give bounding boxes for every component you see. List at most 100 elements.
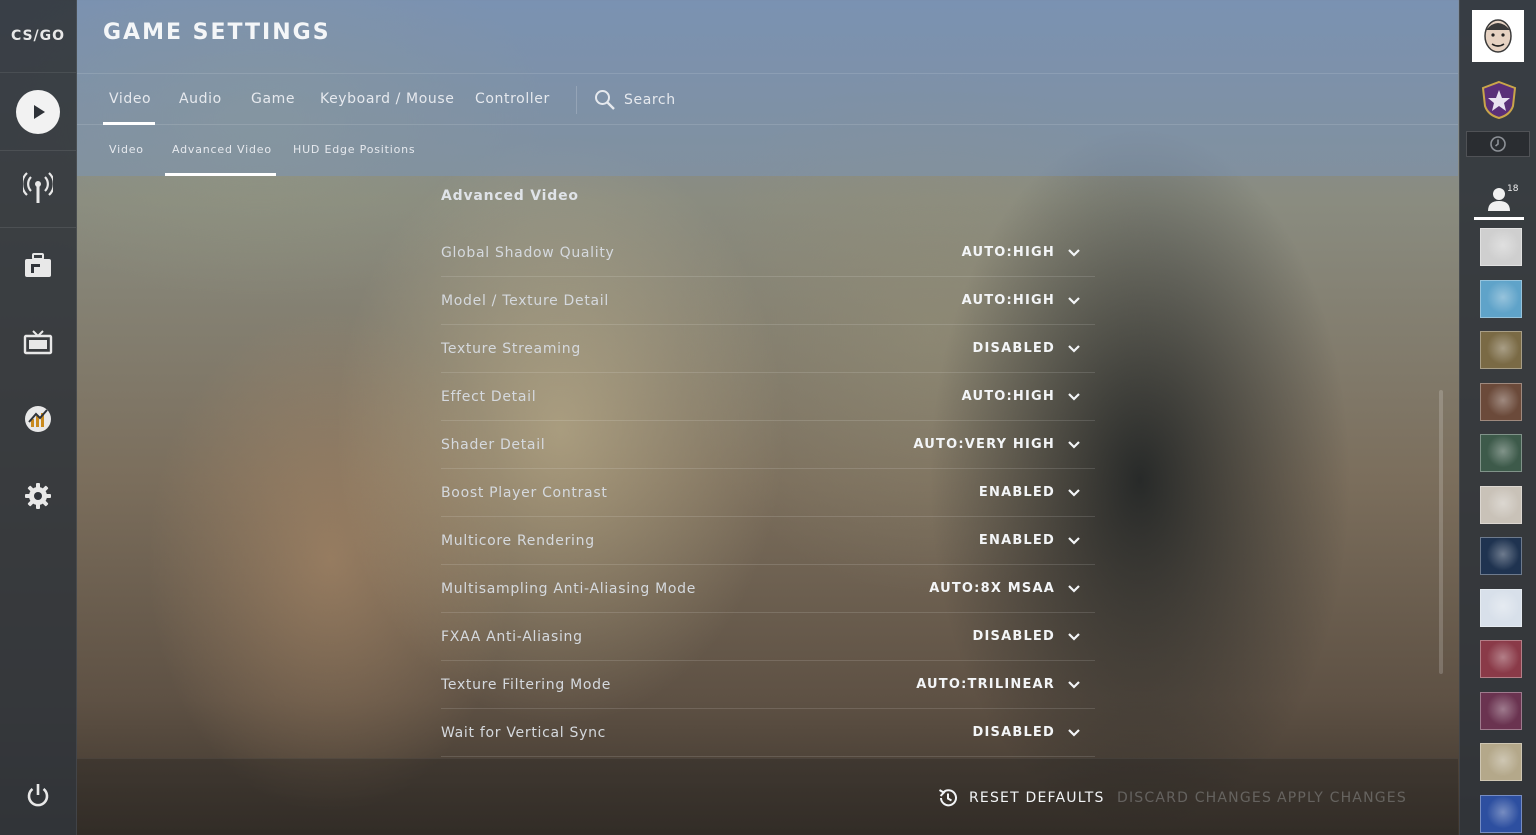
setting-label: FXAA Anti-Aliasing — [441, 628, 583, 645]
clock-icon — [1490, 136, 1506, 152]
tab-keyboard-mouse[interactable]: Keyboard / Mouse — [320, 74, 454, 125]
chevron-down-icon — [1068, 392, 1080, 401]
friend-avatar[interactable] — [1480, 743, 1522, 781]
apply-changes-button[interactable]: APPLY CHANGES — [1277, 759, 1407, 835]
setting-value: AUTO:TRILINEAR — [916, 677, 1055, 692]
reset-defaults-label: RESET DEFAULTS — [969, 789, 1105, 806]
chevron-down-icon — [1068, 536, 1080, 545]
setting-dropdown[interactable]: ENABLED — [979, 485, 1095, 500]
setting-label: Effect Detail — [441, 388, 537, 405]
chevron-down-icon — [1068, 728, 1080, 737]
user-face-icon — [1484, 19, 1512, 53]
setting-dropdown[interactable]: AUTO:HIGH — [962, 293, 1095, 308]
settings-scrollbar[interactable] — [1439, 390, 1443, 674]
setting-row[interactable]: Effect Detail AUTO:HIGH — [441, 373, 1095, 421]
main-tabs: Video Audio Game Keyboard / Mouse Contro… — [77, 73, 1458, 125]
search-label: Search — [624, 91, 676, 108]
stats-icon — [25, 406, 51, 432]
section-title: Advanced Video — [441, 188, 579, 204]
setting-dropdown[interactable]: AUTO:HIGH — [962, 245, 1095, 260]
discard-changes-button[interactable]: DISCARD CHANGES — [1117, 759, 1272, 835]
tab-controller[interactable]: Controller — [475, 74, 550, 125]
friend-avatar[interactable] — [1480, 588, 1522, 627]
setting-row[interactable]: Wait for Vertical Sync DISABLED — [441, 709, 1095, 757]
friend-avatar[interactable] — [1480, 794, 1522, 833]
setting-row[interactable]: Boost Player Contrast ENABLED — [441, 469, 1095, 517]
setting-row[interactable]: Model / Texture Detail AUTO:HIGH — [441, 277, 1095, 325]
setting-value: AUTO:VERY HIGH — [913, 437, 1055, 452]
broadcast-icon — [23, 172, 53, 203]
subtab-advanced-video[interactable]: Advanced Video — [165, 125, 276, 176]
setting-label: Texture Filtering Mode — [441, 676, 612, 693]
power-button[interactable] — [0, 758, 76, 834]
friend-avatar[interactable] — [1480, 537, 1522, 575]
stats-button[interactable] — [0, 381, 76, 457]
search-button[interactable]: Search — [594, 74, 676, 125]
chevron-down-icon — [1068, 248, 1080, 257]
apply-changes-label: APPLY CHANGES — [1277, 789, 1407, 806]
setting-label: Model / Texture Detail — [441, 292, 609, 309]
settings-header: GAME SETTINGS Video Audio Game Keyboard … — [77, 0, 1458, 176]
setting-row[interactable]: FXAA Anti-Aliasing DISABLED — [441, 613, 1095, 661]
setting-value: DISABLED — [972, 341, 1055, 356]
subtab-hud-edge-positions[interactable]: HUD Edge Positions — [293, 125, 415, 176]
setting-value: DISABLED — [972, 725, 1055, 740]
friends-list-tab[interactable]: 18 — [1472, 178, 1526, 220]
setting-value: ENABLED — [978, 533, 1055, 548]
broadcast-button[interactable] — [0, 150, 76, 226]
setting-dropdown[interactable]: AUTO:VERY HIGH — [913, 437, 1095, 452]
friend-avatar[interactable] — [1480, 279, 1522, 318]
setting-value: AUTO:8X MSAA — [929, 581, 1055, 596]
play-button[interactable] — [0, 74, 76, 150]
setting-label: Boost Player Contrast — [441, 484, 608, 501]
setting-dropdown[interactable]: AUTO:8X MSAA — [929, 581, 1095, 596]
setting-dropdown[interactable]: AUTO:HIGH — [962, 389, 1095, 404]
friend-avatar[interactable] — [1480, 331, 1522, 369]
setting-row[interactable]: Texture Filtering Mode AUTO:TRILINEAR — [441, 661, 1095, 709]
subtab-video[interactable]: Video — [109, 125, 144, 176]
setting-row[interactable]: Multisampling Anti-Aliasing Mode AUTO:8X… — [441, 565, 1095, 613]
watch-tv-icon — [23, 330, 53, 355]
friend-avatar[interactable] — [1480, 640, 1522, 678]
setting-value: AUTO:HIGH — [961, 245, 1055, 260]
tab-video[interactable]: Video — [102, 74, 156, 125]
friends-rail: 18 — [1459, 0, 1536, 835]
discard-changes-label: DISCARD CHANGES — [1117, 789, 1273, 806]
setting-label: Global Shadow Quality — [441, 244, 615, 261]
friend-avatar[interactable] — [1480, 691, 1522, 730]
setting-label: Wait for Vertical Sync — [441, 724, 607, 741]
setting-row[interactable]: Global Shadow Quality AUTO:HIGH — [441, 229, 1095, 277]
play-icon — [16, 90, 60, 134]
power-icon — [27, 784, 49, 807]
page-title: GAME SETTINGS — [103, 20, 331, 45]
setting-row[interactable]: Multicore Rendering ENABLED — [441, 517, 1095, 565]
friend-avatar[interactable] — [1480, 382, 1522, 421]
tabs-divider — [576, 86, 577, 114]
setting-row[interactable]: Texture Streaming DISABLED — [441, 325, 1095, 373]
profile-avatar[interactable] — [1472, 10, 1524, 62]
watch-button[interactable] — [0, 305, 76, 381]
tab-audio[interactable]: Audio — [179, 74, 222, 125]
friend-count-badge: 18 — [1507, 184, 1519, 194]
friend-avatar[interactable] — [1480, 228, 1522, 266]
chevron-down-icon — [1068, 584, 1080, 593]
reset-defaults-button[interactable]: RESET DEFAULTS — [937, 759, 1105, 835]
chevron-down-icon — [1068, 296, 1080, 305]
setting-dropdown[interactable]: ENABLED — [979, 533, 1095, 548]
setting-dropdown[interactable]: DISABLED — [972, 725, 1095, 740]
chevron-down-icon — [1068, 440, 1080, 449]
inventory-button[interactable] — [0, 228, 76, 304]
tab-game[interactable]: Game — [251, 74, 295, 125]
friend-avatar[interactable] — [1480, 434, 1522, 472]
setting-value: ENABLED — [978, 485, 1055, 500]
setting-dropdown[interactable]: AUTO:TRILINEAR — [916, 677, 1095, 692]
chevron-down-icon — [1068, 344, 1080, 353]
timer-button[interactable] — [1466, 131, 1530, 157]
setting-dropdown[interactable]: DISABLED — [972, 629, 1095, 644]
settings-gear-icon — [25, 483, 51, 509]
setting-dropdown[interactable]: DISABLED — [972, 341, 1095, 356]
chevron-down-icon — [1068, 488, 1080, 497]
setting-row[interactable]: Shader Detail AUTO:VERY HIGH — [441, 421, 1095, 469]
friend-avatar[interactable] — [1480, 485, 1522, 524]
settings-button[interactable] — [0, 458, 76, 534]
